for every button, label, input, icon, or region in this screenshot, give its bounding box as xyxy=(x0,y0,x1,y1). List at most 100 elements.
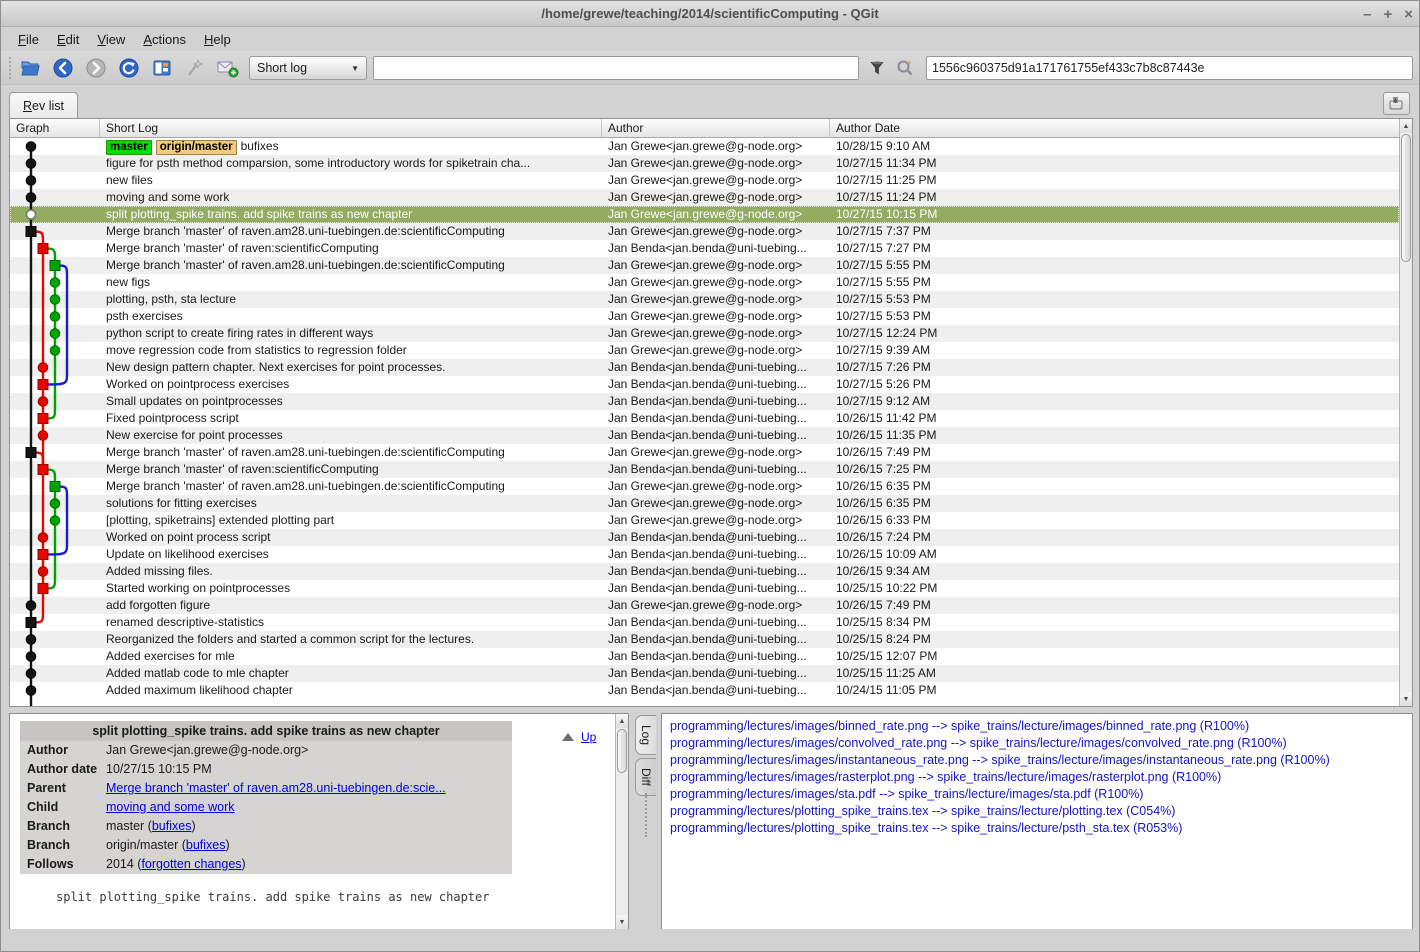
commit-row[interactable]: Merge branch 'master' of raven.am28.uni-… xyxy=(10,223,1399,240)
file-rename-entry[interactable]: programming/lectures/images/sta.pdf --> … xyxy=(662,786,1412,803)
commit-row[interactable]: Fixed pointprocess scriptJan Benda<jan.b… xyxy=(10,410,1399,427)
short-log-cell: Merge branch 'master' of raven.am28.uni-… xyxy=(100,223,602,240)
ref-badge-master: master xyxy=(106,140,152,155)
toolbar-drag-handle[interactable] xyxy=(9,57,12,79)
author-date-cell: 10/28/15 9:10 AM xyxy=(830,138,1399,155)
column-header-graph[interactable]: Graph xyxy=(10,119,100,137)
commit-row[interactable]: add forgotten figureJan Grewe<jan.grewe@… xyxy=(10,597,1399,614)
commit-row[interactable]: [plotting, spiketrains] extended plottin… xyxy=(10,512,1399,529)
menu-item-view[interactable]: View xyxy=(88,30,134,49)
commit-row[interactable]: Worked on pointprocess exercisesJan Bend… xyxy=(10,376,1399,393)
scroll-down-arrow-icon[interactable]: ▼ xyxy=(1400,692,1412,706)
menu-item-help[interactable]: Help xyxy=(195,30,240,49)
commit-row[interactable]: New design pattern chapter. Next exercis… xyxy=(10,359,1399,376)
commit-row[interactable]: new figsJan Grewe<jan.grewe@g-node.org>1… xyxy=(10,274,1399,291)
detail-link[interactable]: bufixes xyxy=(152,819,192,833)
tab-rev-list[interactable]: Rev list xyxy=(9,92,78,118)
commit-row[interactable]: move regression code from statistics to … xyxy=(10,342,1399,359)
filter-tree-icon[interactable] xyxy=(865,57,889,79)
view-patch-icon[interactable] xyxy=(149,55,175,81)
commit-row[interactable]: New exercise for point processesJan Bend… xyxy=(10,427,1399,444)
author-cell: Jan Benda<jan.benda@uni-tuebing... xyxy=(602,393,830,410)
short-log-cell: New design pattern chapter. Next exercis… xyxy=(100,359,602,376)
up-link[interactable]: Up xyxy=(581,730,596,744)
menu-item-actions[interactable]: Actions xyxy=(134,30,195,49)
minimize-button[interactable]: – xyxy=(1363,7,1371,22)
detail-label: Branch xyxy=(20,836,106,855)
commit-row[interactable]: Small updates on pointprocessesJan Benda… xyxy=(10,393,1399,410)
commit-row[interactable]: Added matlab code to mle chapterJan Bend… xyxy=(10,665,1399,682)
commit-row[interactable]: plotting, psth, sta lectureJan Grewe<jan… xyxy=(10,291,1399,308)
commit-row[interactable]: Started working on pointprocessesJan Ben… xyxy=(10,580,1399,597)
file-rename-entry[interactable]: programming/lectures/images/convolved_ra… xyxy=(662,735,1412,752)
commit-row[interactable]: renamed descriptive-statisticsJan Benda<… xyxy=(10,614,1399,631)
detail-link[interactable]: forgotten changes xyxy=(141,857,241,871)
open-icon[interactable] xyxy=(17,55,43,81)
commit-row[interactable]: Merge branch 'master' of raven.am28.uni-… xyxy=(10,444,1399,461)
detail-link[interactable]: bufixes xyxy=(186,838,226,852)
commit-row[interactable]: python script to create firing rates in … xyxy=(10,325,1399,342)
detail-link[interactable]: moving and some work xyxy=(106,800,235,814)
side-tab-diff[interactable]: Diff xyxy=(635,758,656,796)
author-date-cell: 10/27/15 7:26 PM xyxy=(830,359,1399,376)
column-header-author-date[interactable]: Author Date xyxy=(830,119,1399,137)
log-view-select[interactable]: Short log ▼ xyxy=(249,56,367,80)
menu-item-edit[interactable]: Edit xyxy=(48,30,88,49)
file-rename-entry[interactable]: programming/lectures/images/binned_rate.… xyxy=(662,718,1412,735)
short-log-cell: Merge branch 'master' of raven.am28.uni-… xyxy=(100,444,602,461)
graph-cell xyxy=(10,359,100,376)
file-rename-entry[interactable]: programming/lectures/images/instantaneou… xyxy=(662,752,1412,769)
commit-row[interactable]: Reorganized the folders and started a co… xyxy=(10,631,1399,648)
scrollbar-thumb[interactable] xyxy=(617,729,627,773)
filter-input[interactable] xyxy=(373,56,859,80)
menu-item-file[interactable]: File xyxy=(9,30,48,49)
commit-row[interactable]: Added exercises for mleJan Benda<jan.ben… xyxy=(10,648,1399,665)
column-header-short-log[interactable]: Short Log xyxy=(100,119,602,137)
short-log-cell: Merge branch 'master' of raven:scientifi… xyxy=(100,240,602,257)
magic-wand-icon[interactable] xyxy=(182,55,208,81)
save-patch-icon[interactable] xyxy=(215,55,241,81)
commit-row[interactable]: Merge branch 'master' of raven.am28.uni-… xyxy=(10,257,1399,274)
commit-row[interactable]: Merge branch 'master' of raven.am28.uni-… xyxy=(10,478,1399,495)
commit-row[interactable]: split plotting_spike trains. add spike t… xyxy=(10,206,1399,223)
detail-scrollbar: ▲ ▼ xyxy=(615,714,628,929)
commit-row[interactable]: Worked on point process scriptJan Benda<… xyxy=(10,529,1399,546)
commit-row[interactable]: Update on likelihood exercisesJan Benda<… xyxy=(10,546,1399,563)
author-date-cell: 10/27/15 11:24 PM xyxy=(830,189,1399,206)
author-cell: Jan Grewe<jan.grewe@g-node.org> xyxy=(602,257,830,274)
splitter-handle[interactable] xyxy=(645,793,648,837)
short-log-cell: Fixed pointprocess script xyxy=(100,410,602,427)
reload-icon[interactable] xyxy=(116,55,142,81)
commit-row[interactable]: Merge branch 'master' of raven:scientifi… xyxy=(10,240,1399,257)
commit-message: Merge branch 'master' of raven.am28.uni-… xyxy=(106,224,505,238)
side-tab-log[interactable]: Log xyxy=(635,715,656,755)
sha-input[interactable] xyxy=(926,56,1413,80)
scroll-down-arrow-icon[interactable]: ▼ xyxy=(616,915,628,929)
back-icon[interactable] xyxy=(50,55,76,81)
commit-row[interactable]: psth exercisesJan Grewe<jan.grewe@g-node… xyxy=(10,308,1399,325)
column-header-author[interactable]: Author xyxy=(602,119,830,137)
file-rename-entry[interactable]: programming/lectures/plotting_spike_trai… xyxy=(662,803,1412,820)
commit-row[interactable]: moving and some workJan Grewe<jan.grewe@… xyxy=(10,189,1399,206)
commit-row[interactable]: masterorigin/masterbufixesJan Grewe<jan.… xyxy=(10,138,1399,155)
commit-row[interactable]: solutions for fitting exercisesJan Grewe… xyxy=(10,495,1399,512)
scrollbar-thumb[interactable] xyxy=(1401,134,1411,262)
file-rename-entry[interactable]: programming/lectures/images/rasterplot.p… xyxy=(662,769,1412,786)
graph-cell xyxy=(10,138,100,155)
commit-row[interactable]: new filesJan Grewe<jan.grewe@g-node.org>… xyxy=(10,172,1399,189)
graph-cell xyxy=(10,427,100,444)
maximize-button[interactable]: + xyxy=(1383,7,1392,22)
commit-row[interactable]: Merge branch 'master' of raven:scientifi… xyxy=(10,461,1399,478)
close-button[interactable]: × xyxy=(1404,7,1413,22)
scroll-up-arrow-icon[interactable]: ▲ xyxy=(1400,119,1412,133)
forward-icon[interactable] xyxy=(83,55,109,81)
scroll-up-arrow-icon[interactable]: ▲ xyxy=(616,714,628,728)
tab-list-button[interactable] xyxy=(1383,92,1410,115)
commit-row[interactable]: Added missing files.Jan Benda<jan.benda@… xyxy=(10,563,1399,580)
commit-row[interactable]: Added maximum likelihood chapterJan Bend… xyxy=(10,682,1399,699)
edit-find-icon[interactable] xyxy=(893,57,917,79)
commit-row[interactable]: figure for psth method comparsion, some … xyxy=(10,155,1399,172)
detail-link[interactable]: Merge branch 'master' of raven.am28.uni-… xyxy=(106,781,446,795)
file-rename-entry[interactable]: programming/lectures/plotting_spike_trai… xyxy=(662,820,1412,837)
table-header: Graph Short Log Author Author Date xyxy=(10,119,1399,138)
